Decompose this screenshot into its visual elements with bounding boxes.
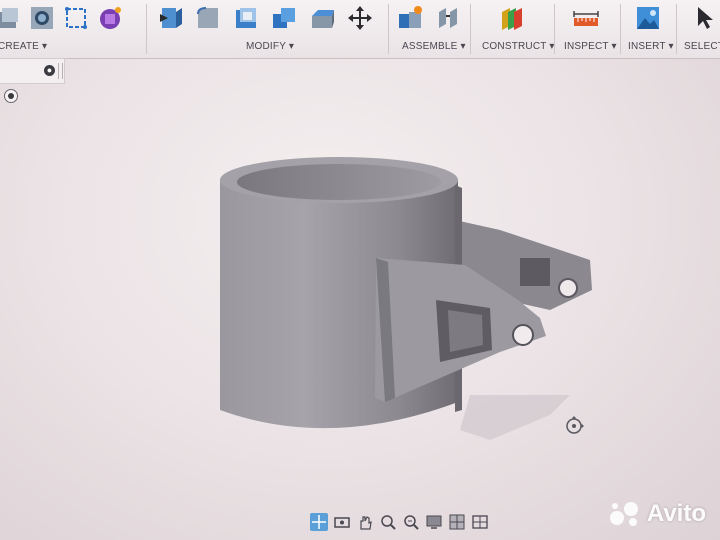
avito-logo-icon bbox=[609, 502, 638, 526]
avito-watermark: Avito bbox=[609, 500, 706, 528]
rear-tab-slot bbox=[520, 258, 550, 286]
modify-menu[interactable]: MODIFY ▾ bbox=[246, 41, 294, 52]
modify-group: MODIFY ▾ bbox=[154, 0, 386, 58]
joint-icon[interactable] bbox=[434, 4, 462, 32]
rear-mount-hole bbox=[558, 278, 578, 298]
floor-shadow bbox=[460, 395, 570, 440]
panel-resize-grip[interactable] bbox=[58, 63, 63, 79]
navigation-bar bbox=[306, 510, 506, 534]
measure-icon[interactable] bbox=[572, 4, 600, 32]
cylinder-bore bbox=[237, 164, 441, 200]
toolbar: CREATE ▾ MODIFY ▾ ASSEMBLE ▾ CONSTRUCT ▾ bbox=[0, 0, 720, 59]
inspect-menu[interactable]: INSPECT ▾ bbox=[564, 41, 617, 52]
new-component-icon[interactable] bbox=[396, 4, 424, 32]
inspect-group: INSPECT ▾ bbox=[560, 0, 620, 58]
insert-image-icon[interactable] bbox=[634, 4, 662, 32]
move-icon[interactable] bbox=[346, 4, 374, 32]
look-at-icon[interactable] bbox=[333, 513, 351, 531]
assemble-group: ASSEMBLE ▾ bbox=[396, 0, 466, 58]
visibility-radio[interactable] bbox=[4, 89, 18, 103]
extrude-icon[interactable] bbox=[0, 4, 22, 32]
construct-group: CONSTRUCT ▾ bbox=[478, 0, 555, 58]
collapse-button[interactable]: ● bbox=[44, 65, 55, 76]
shell-icon[interactable] bbox=[232, 4, 260, 32]
insert-group: INSERT ▾ bbox=[626, 0, 676, 58]
replace-face-icon[interactable] bbox=[308, 4, 336, 32]
press-pull-icon[interactable] bbox=[156, 4, 184, 32]
assemble-menu[interactable]: ASSEMBLE ▾ bbox=[402, 41, 466, 52]
offset-plane-icon[interactable] bbox=[498, 4, 526, 32]
watermark-text: Avito bbox=[646, 500, 706, 527]
zoom-icon[interactable] bbox=[379, 513, 397, 531]
fit-icon[interactable] bbox=[402, 513, 420, 531]
browser-panel-header: ● bbox=[0, 58, 65, 84]
orbit-cursor-icon bbox=[566, 416, 584, 434]
pan-icon[interactable] bbox=[356, 513, 374, 531]
grid-icon[interactable] bbox=[448, 513, 466, 531]
pocket-floor bbox=[448, 310, 483, 352]
insert-menu[interactable]: INSERT ▾ bbox=[628, 41, 674, 52]
display-settings-icon[interactable] bbox=[425, 513, 443, 531]
hole-icon[interactable] bbox=[28, 4, 56, 32]
fillet-icon[interactable] bbox=[194, 4, 222, 32]
form-icon[interactable] bbox=[96, 4, 124, 32]
orbit-constrained-icon[interactable] bbox=[310, 513, 328, 531]
select-group: SELECT ▾ bbox=[682, 0, 720, 58]
select-menu[interactable]: SELECT ▾ bbox=[684, 41, 720, 52]
create-group: CREATE ▾ bbox=[0, 0, 140, 58]
construct-menu[interactable]: CONSTRUCT ▾ bbox=[482, 41, 555, 52]
sketch-dimension-icon[interactable] bbox=[62, 4, 90, 32]
front-mount-hole bbox=[512, 324, 534, 346]
create-menu[interactable]: CREATE ▾ bbox=[0, 41, 47, 52]
model-viewport[interactable] bbox=[200, 140, 620, 450]
combine-icon[interactable] bbox=[270, 4, 298, 32]
select-arrow-icon[interactable] bbox=[692, 4, 720, 32]
viewports-icon[interactable] bbox=[471, 513, 489, 531]
